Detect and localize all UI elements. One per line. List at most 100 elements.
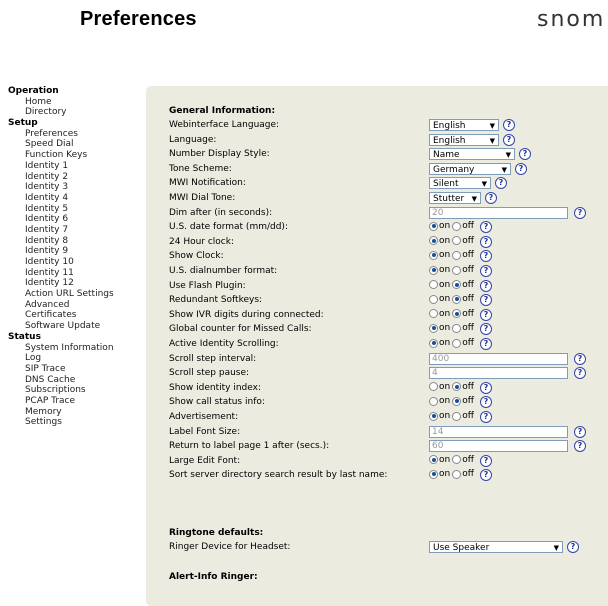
- radio-off[interactable]: [452, 411, 462, 421]
- radio-off[interactable]: [452, 221, 462, 231]
- help-icon[interactable]: ?: [479, 454, 492, 467]
- help-icon[interactable]: ?: [479, 265, 492, 277]
- setting-text-input[interactable]: 20: [429, 206, 568, 219]
- sidebar-item-settings[interactable]: Settings: [8, 417, 148, 428]
- sidebar-item-identity-1[interactable]: Identity 1: [8, 161, 148, 172]
- radio-off[interactable]: [452, 236, 462, 246]
- sidebar-item-identity-3[interactable]: Identity 3: [8, 182, 148, 193]
- help-icon[interactable]: ?: [479, 469, 492, 482]
- radio-on[interactable]: [429, 338, 438, 348]
- sidebar-item-identity-9[interactable]: Identity 9: [8, 246, 148, 257]
- help-icon[interactable]: ?: [479, 381, 492, 394]
- sidebar-item-speed-dial[interactable]: Speed Dial: [8, 139, 148, 150]
- setting-select[interactable]: English ▼: [429, 119, 499, 131]
- help-icon[interactable]: ?: [479, 250, 492, 263]
- setting-select[interactable]: English ▼: [429, 133, 499, 146]
- help-icon[interactable]: ?: [479, 235, 492, 248]
- sidebar-item-home[interactable]: Home: [8, 97, 148, 108]
- radio-on[interactable]: [429, 309, 438, 319]
- setting-text-input[interactable]: 4: [429, 367, 568, 380]
- help-icon[interactable]: ?: [574, 367, 586, 380]
- help-icon[interactable]: ?: [574, 425, 586, 438]
- radio-off[interactable]: [452, 265, 462, 275]
- radio-on[interactable]: [429, 294, 438, 304]
- radio-off-label: off: [462, 250, 474, 261]
- radio-off[interactable]: [452, 382, 462, 392]
- sidebar-item-identity-10[interactable]: Identity 10: [8, 257, 148, 268]
- radio-off[interactable]: [452, 469, 462, 479]
- help-icon[interactable]: ?: [479, 411, 492, 423]
- help-icon[interactable]: ?: [503, 119, 515, 131]
- sidebar-item-advanced[interactable]: Advanced: [8, 300, 148, 311]
- radio-on[interactable]: [429, 469, 438, 479]
- setting-label: MWI Dial Tone:: [169, 193, 236, 203]
- radio-off-label: off: [462, 396, 474, 407]
- radio-on[interactable]: [429, 382, 438, 392]
- setting-text-input[interactable]: 60: [429, 440, 568, 453]
- sidebar-item-identity-7[interactable]: Identity 7: [8, 225, 148, 236]
- radio-off[interactable]: [452, 338, 462, 348]
- radio-off[interactable]: [452, 323, 462, 333]
- radio-on[interactable]: [429, 323, 438, 333]
- help-icon[interactable]: ?: [485, 192, 497, 204]
- radio-on[interactable]: [429, 265, 438, 275]
- help-icon[interactable]: ?: [479, 221, 492, 234]
- radio-off[interactable]: [452, 280, 462, 290]
- help-icon[interactable]: ?: [479, 323, 492, 336]
- radio-on[interactable]: [429, 280, 438, 290]
- sidebar-item-identity-11[interactable]: Identity 11: [8, 268, 148, 279]
- sidebar-item-identity-8[interactable]: Identity 8: [8, 236, 148, 247]
- radio-on[interactable]: [429, 221, 438, 231]
- help-icon[interactable]: ?: [574, 440, 586, 453]
- radio-on[interactable]: [429, 411, 438, 421]
- sidebar-item-sip-trace[interactable]: SIP Trace: [8, 364, 148, 375]
- help-icon[interactable]: ?: [479, 308, 492, 321]
- radio-off[interactable]: [452, 294, 462, 304]
- help-icon[interactable]: ?: [479, 338, 492, 350]
- sidebar-item-identity-2[interactable]: Identity 2: [8, 172, 148, 183]
- sidebar-item-subscriptions[interactable]: Subscriptions: [8, 385, 148, 396]
- help-icon[interactable]: ?: [479, 396, 492, 409]
- setting-label: Redundant Softkeys:: [169, 295, 263, 306]
- sidebar-item-pcap-trace[interactable]: PCAP Trace: [8, 396, 148, 407]
- ringer-device-select[interactable]: Use Speaker ▼: [429, 541, 563, 553]
- sidebar-item-directory[interactable]: Directory: [8, 107, 148, 118]
- sidebar-item-software-update[interactable]: Software Update: [8, 321, 148, 332]
- help-icon[interactable]: ?: [519, 148, 531, 161]
- sidebar-item-preferences[interactable]: Preferences: [8, 129, 148, 140]
- radio-off[interactable]: [452, 455, 462, 465]
- help-icon[interactable]: ?: [503, 133, 515, 146]
- radio-on[interactable]: [429, 396, 438, 406]
- sidebar-item-identity-12[interactable]: Identity 12: [8, 278, 148, 289]
- setting-select[interactable]: Stutter ▼: [429, 192, 481, 204]
- radio-on[interactable]: [429, 455, 438, 465]
- setting-select[interactable]: Germany ▼: [429, 162, 511, 175]
- help-icon[interactable]: ?: [567, 541, 579, 553]
- help-icon[interactable]: ?: [574, 352, 586, 365]
- sidebar-item-action-url-settings[interactable]: Action URL Settings: [8, 289, 148, 300]
- help-icon[interactable]: ?: [515, 162, 527, 175]
- radio-off[interactable]: [452, 396, 462, 406]
- setting-select[interactable]: Name ▼: [429, 148, 515, 161]
- setting-label: Dim after (in seconds):: [169, 207, 273, 218]
- sidebar-item-function-keys[interactable]: Function Keys: [8, 150, 148, 161]
- sidebar-item-memory[interactable]: Memory: [8, 407, 148, 418]
- help-icon[interactable]: ?: [495, 177, 507, 190]
- sidebar-item-identity-4[interactable]: Identity 4: [8, 193, 148, 204]
- setting-text-input[interactable]: 400: [429, 352, 568, 365]
- radio-off[interactable]: [452, 250, 462, 260]
- radio-on[interactable]: [429, 250, 438, 260]
- help-icon[interactable]: ?: [574, 206, 586, 219]
- radio-off[interactable]: [452, 309, 462, 319]
- sidebar-item-log[interactable]: Log: [8, 353, 148, 364]
- sidebar-item-identity-5[interactable]: Identity 5: [8, 204, 148, 215]
- radio-on[interactable]: [429, 236, 438, 246]
- setting-text-input[interactable]: 14: [429, 425, 568, 438]
- sidebar-item-certificates[interactable]: Certificates: [8, 310, 148, 321]
- help-icon[interactable]: ?: [479, 294, 492, 307]
- setting-select[interactable]: Silent ▼: [429, 177, 491, 190]
- sidebar-item-dns-cache[interactable]: DNS Cache: [8, 375, 148, 386]
- help-icon[interactable]: ?: [479, 279, 492, 292]
- sidebar-item-identity-6[interactable]: Identity 6: [8, 214, 148, 225]
- sidebar-item-system-information[interactable]: System Information: [8, 343, 148, 354]
